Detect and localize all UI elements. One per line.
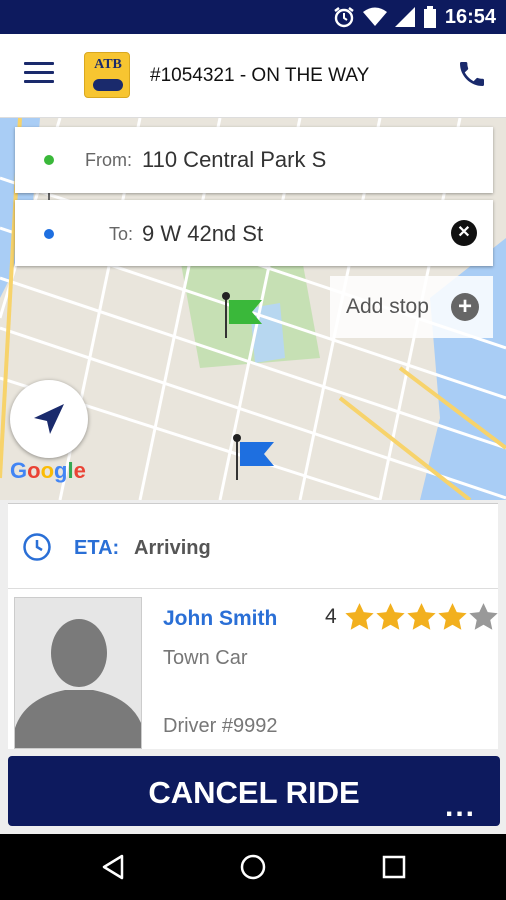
status-bar: 16:54 — [0, 0, 506, 34]
plus-icon: + — [451, 293, 479, 321]
navigation-arrow-icon — [34, 404, 64, 434]
home-icon[interactable] — [240, 854, 266, 880]
driver-panel[interactable]: John Smith Town Car Driver #9992 4 — [8, 589, 498, 749]
add-stop-label: Add stop — [346, 295, 429, 318]
google-attribution: Google — [10, 458, 86, 483]
status-time: 16:54 — [444, 5, 496, 28]
driver-number: Driver #9992 — [163, 715, 278, 737]
recents-icon[interactable] — [382, 855, 406, 879]
star-icon — [438, 603, 467, 630]
to-value: 9 W 42nd St — [142, 221, 264, 246]
add-stop-button[interactable]: Add stop + — [330, 276, 493, 338]
company-logo: ATB — [84, 52, 130, 98]
driver-rating: 4 — [325, 603, 498, 631]
eta-panel: ETA: Arriving — [8, 503, 498, 589]
from-label: From: — [85, 150, 132, 170]
from-field[interactable]: From: 110 Central Park S — [15, 127, 493, 193]
wifi-icon — [362, 7, 387, 26]
star-empty-icon — [469, 603, 498, 630]
eta-value: Arriving — [134, 537, 211, 559]
logo-text: ATB — [94, 57, 122, 72]
dropoff-dot — [44, 229, 54, 239]
app-bar: ATB #1054321 - ON THE WAY — [0, 34, 506, 118]
ride-status-title: #1054321 - ON THE WAY — [150, 65, 370, 86]
signal-icon — [394, 7, 415, 27]
my-location-button[interactable] — [10, 380, 88, 458]
star-icon — [407, 603, 436, 630]
pickup-dot — [44, 155, 54, 165]
phone-icon[interactable] — [456, 58, 488, 90]
to-label: To: — [109, 224, 134, 244]
rating-value: 4 — [325, 605, 337, 628]
clear-destination-icon[interactable]: ✕ — [451, 220, 477, 246]
clock-icon — [23, 533, 51, 561]
menu-icon[interactable] — [24, 62, 54, 86]
back-icon[interactable] — [100, 854, 126, 880]
alarm-icon — [334, 7, 354, 28]
eta-label: ETA: — [74, 537, 120, 559]
star-icon — [376, 603, 405, 630]
from-value: 110 Central Park S — [142, 147, 327, 172]
driver-name: John Smith — [163, 607, 278, 630]
battery-icon — [423, 6, 436, 28]
car-type: Town Car — [163, 647, 248, 669]
more-options-icon[interactable]: ... — [445, 790, 476, 824]
driver-avatar — [14, 597, 142, 749]
system-nav-bar — [0, 834, 506, 900]
cancel-ride-label: CANCEL RIDE — [148, 775, 360, 810]
to-field[interactable]: To: 9 W 42nd St ✕ — [15, 200, 493, 266]
star-icon — [345, 603, 374, 630]
cancel-ride-button[interactable]: CANCEL RIDE ... — [8, 756, 500, 826]
